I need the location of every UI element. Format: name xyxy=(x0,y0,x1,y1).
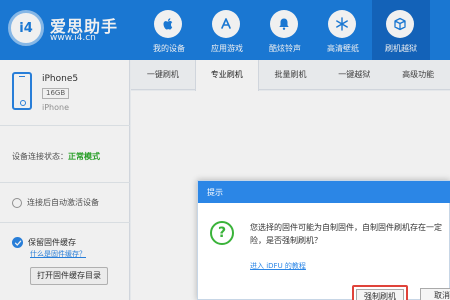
confirm-dialog: 提示 ? 您选择的固件可能为自制固件，自制固件刷机存在一定 险，是否强制刷机？ … xyxy=(197,180,450,300)
dialog-title: 提示 xyxy=(207,188,223,197)
cancel-button[interactable]: 取消 xyxy=(420,288,450,300)
question-mark: ? xyxy=(217,225,227,241)
force-flash-button[interactable]: 强制刷机 xyxy=(356,288,404,300)
force-flash-highlight: 强制刷机 xyxy=(352,285,408,300)
dialog-message: 您选择的固件可能为自制固件，自制固件刷机存在一定 险，是否强制刷机？ xyxy=(250,223,442,245)
dialog-title-bar[interactable]: 提示 xyxy=(198,181,450,203)
dfu-tutorial-link[interactable]: 进入 iDFU 的教程 xyxy=(250,261,306,271)
question-icon: ? xyxy=(210,221,234,245)
